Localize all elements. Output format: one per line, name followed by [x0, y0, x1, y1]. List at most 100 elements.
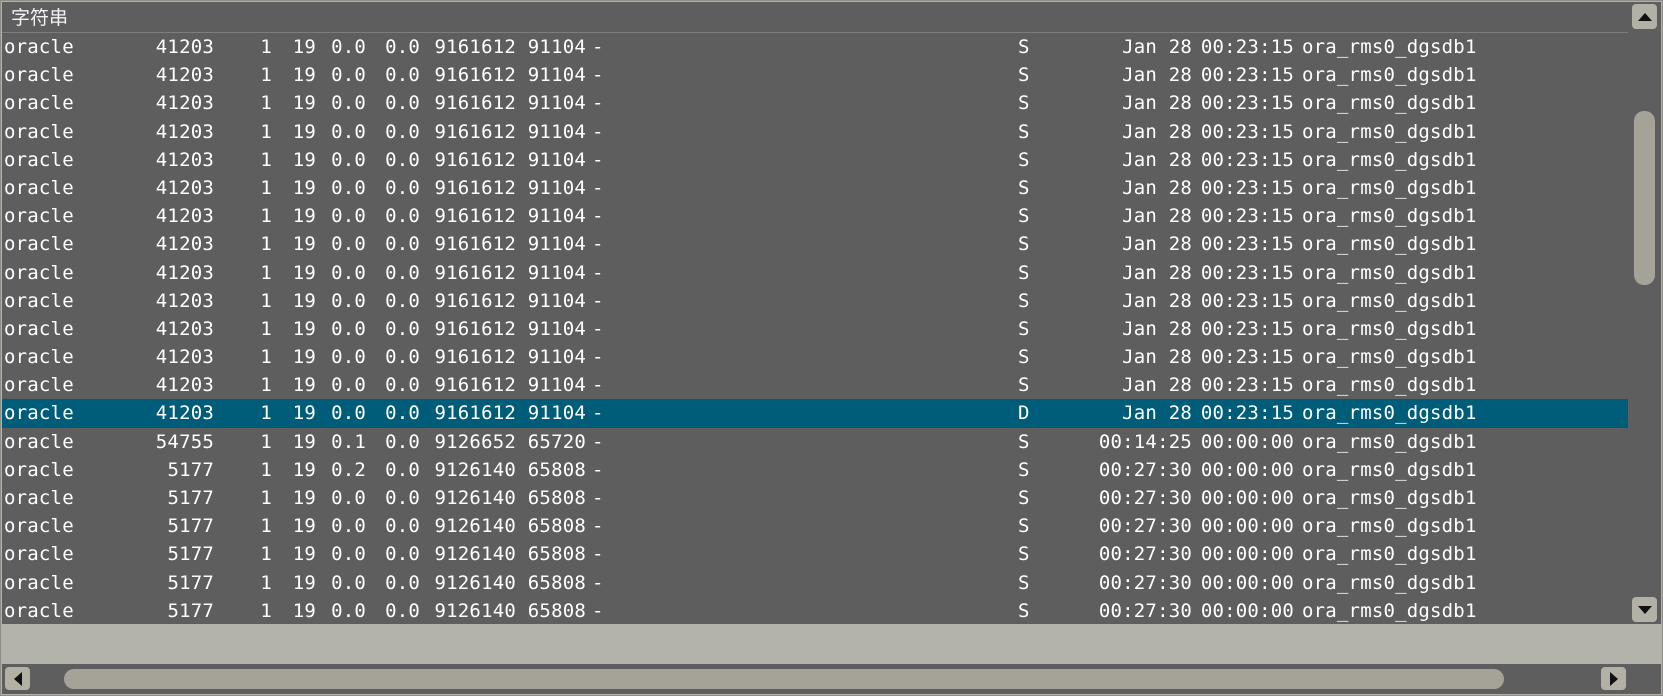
- cell-pri: 19: [292, 571, 316, 594]
- scroll-left-button[interactable]: [5, 667, 30, 690]
- cell-cpu: 0.0: [331, 317, 366, 340]
- cell-pri: 19: [292, 176, 316, 199]
- vertical-scrollbar-track[interactable]: [1628, 2, 1661, 624]
- table-row[interactable]: oracle 41203 1 19 0.0 0.0 9161612 91104- S Jan 28…: [2, 89, 1629, 118]
- process-list: oracle 41203 1 19 0.0 0.0 9161612 91104- S Jan 28…: [2, 33, 1629, 624]
- vertical-scrollbar[interactable]: [1628, 2, 1661, 624]
- cell-pid: 41203: [155, 176, 214, 199]
- scrollbar-corner: [1628, 664, 1661, 694]
- cell-mem: 0.0: [385, 120, 420, 143]
- cell-mem: 0.0: [385, 289, 420, 312]
- scroll-down-button[interactable]: [1632, 597, 1657, 622]
- table-row[interactable]: oracle 41203 1 19 0.0 0.0 9161612 91104- S Jan 28…: [2, 33, 1629, 62]
- table-row[interactable]: oracle 5177 1 19 0.2 0.0 9126140 65808- S 00:27:3…: [2, 455, 1629, 484]
- cell-mem: 0.0: [385, 261, 420, 284]
- cell-pid: 41203: [155, 289, 214, 312]
- cell-ppid: 1: [260, 346, 272, 369]
- table-row[interactable]: oracle 41203 1 19 0.0 0.0 9161612 91104- S Jan 28…: [2, 61, 1629, 90]
- cell-cpu: 0.0: [331, 374, 366, 397]
- cell-cpu: 0.2: [331, 458, 366, 481]
- cell-vsz: 9161612: [434, 92, 516, 115]
- table-row[interactable]: oracle 5177 1 19 0.0 0.0 9126140 65808- S 00:27:3…: [2, 596, 1629, 624]
- cell-command: ora_rms0_dgsdb1: [1302, 515, 1477, 538]
- cell-vsz: 9161612: [434, 402, 516, 425]
- vertical-scrollbar-thumb[interactable]: [1634, 110, 1655, 285]
- cell-ppid: 1: [260, 571, 272, 594]
- cell-rss: 65808: [527, 599, 586, 622]
- cell-tty: -: [592, 36, 604, 58]
- cell-stat: S: [1018, 205, 1030, 228]
- cell-vsz: 9161612: [434, 374, 516, 397]
- table-row[interactable]: oracle 41203 1 19 0.0 0.0 9161612 91104- S Jan 28…: [2, 230, 1629, 259]
- scroll-right-button[interactable]: [1601, 667, 1626, 690]
- table-row[interactable]: oracle 41203 1 19 0.0 0.0 9161612 91104- S Jan 28…: [2, 371, 1629, 400]
- cell-command: ora_rms0_dgsdb1: [1302, 233, 1477, 256]
- table-row[interactable]: oracle 41203 1 19 0.0 0.0 9161612 91104- S Jan 28…: [2, 202, 1629, 231]
- cell-pid: 41203: [155, 402, 214, 425]
- cell-time: 00:23:15: [1200, 289, 1294, 312]
- cell-time: 00:23:15: [1200, 92, 1294, 115]
- cell-vsz: 9161612: [434, 64, 516, 87]
- cell-mem: 0.0: [385, 458, 420, 481]
- cell-start: Jan 28: [1122, 36, 1192, 58]
- cell-time: 00:23:15: [1200, 176, 1294, 199]
- cell-command: ora_rms0_dgsdb1: [1302, 64, 1477, 87]
- horizontal-scrollbar-thumb[interactable]: [64, 669, 1505, 689]
- table-row[interactable]: oracle 5177 1 19 0.0 0.0 9126140 65808- S 00:27:3…: [2, 512, 1629, 541]
- table-row[interactable]: oracle 41203 1 19 0.0 0.0 9161612 91104- S Jan 28…: [2, 258, 1629, 287]
- process-list-viewport[interactable]: oracle 41203 1 19 0.0 0.0 9161612 91104- S Jan 28…: [2, 33, 1629, 624]
- cell-cpu: 0.0: [331, 543, 366, 566]
- cell-start: Jan 28: [1122, 92, 1192, 115]
- cell-pid: 5177: [167, 599, 214, 622]
- cell-stat: S: [1018, 289, 1030, 312]
- cell-mem: 0.0: [385, 599, 420, 622]
- cell-vsz: 9126140: [434, 543, 516, 566]
- cell-user: oracle: [4, 571, 74, 594]
- cell-cpu: 0.1: [331, 430, 366, 453]
- cell-rss: 91104: [527, 92, 586, 115]
- cell-ppid: 1: [260, 261, 272, 284]
- cell-time: 00:23:15: [1200, 148, 1294, 171]
- cell-cpu: 0.0: [331, 515, 366, 538]
- table-row[interactable]: oracle 41203 1 19 0.0 0.0 9161612 91104- S Jan 28…: [2, 286, 1629, 315]
- table-row[interactable]: oracle 41203 1 19 0.0 0.0 9161612 91104- S Jan 28…: [2, 314, 1629, 344]
- cell-rss: 91104: [527, 402, 586, 425]
- table-row[interactable]: oracle 41203 1 19 0.0 0.0 9161612 91104- S Jan 28…: [2, 343, 1629, 372]
- cell-tty: -: [592, 402, 604, 425]
- cell-vsz: 9161612: [434, 233, 516, 256]
- table-row[interactable]: oracle 5177 1 19 0.0 0.0 9126140 65808- S 00:27:3…: [2, 568, 1629, 597]
- cell-stat: S: [1018, 36, 1030, 58]
- cell-pid: 41203: [155, 120, 214, 143]
- cell-cpu: 0.0: [331, 64, 366, 87]
- table-row[interactable]: oracle 5177 1 19 0.0 0.0 9126140 65808- S 00:27:3…: [2, 540, 1629, 569]
- titlebar: 字符串: [2, 2, 1629, 33]
- cell-stat: S: [1018, 261, 1030, 284]
- cell-start: Jan 28: [1122, 148, 1192, 171]
- cell-start: Jan 28: [1122, 205, 1192, 228]
- cell-mem: 0.0: [385, 205, 420, 228]
- cell-tty: -: [592, 317, 604, 340]
- horizontal-scrollbar[interactable]: [2, 664, 1629, 694]
- cell-mem: 0.0: [385, 571, 420, 594]
- table-row[interactable]: oracle 41203 1 19 0.0 0.0 9161612 91104- D Jan 28…: [2, 399, 1629, 428]
- cell-rss: 91104: [527, 261, 586, 284]
- cell-pri: 19: [292, 599, 316, 622]
- cell-tty: -: [592, 487, 604, 509]
- cell-cpu: 0.0: [331, 92, 366, 115]
- cell-stat: S: [1018, 346, 1030, 369]
- table-row[interactable]: oracle 41203 1 19 0.0 0.0 9161612 91104- S Jan 28…: [2, 145, 1629, 174]
- cell-mem: 0.0: [385, 176, 420, 199]
- cell-time: 00:23:15: [1200, 261, 1294, 284]
- table-row[interactable]: oracle 41203 1 19 0.0 0.0 9161612 91104- S Jan 28…: [2, 117, 1629, 146]
- cell-tty: -: [592, 205, 604, 228]
- cell-pri: 19: [292, 148, 316, 171]
- cell-mem: 0.0: [385, 92, 420, 115]
- cell-ppid: 1: [260, 148, 272, 171]
- cell-vsz: 9126652: [434, 430, 516, 453]
- cell-pid: 54755: [155, 430, 214, 453]
- scroll-up-button[interactable]: [1632, 4, 1657, 29]
- cell-rss: 91104: [527, 317, 586, 340]
- table-row[interactable]: oracle 41203 1 19 0.0 0.0 9161612 91104- S Jan 28…: [2, 173, 1629, 203]
- table-row[interactable]: oracle 5177 1 19 0.0 0.0 9126140 65808- S 00:27:3…: [2, 484, 1629, 513]
- table-row[interactable]: oracle 54755 1 19 0.1 0.0 9126652 65720- S 00:14:…: [2, 427, 1629, 456]
